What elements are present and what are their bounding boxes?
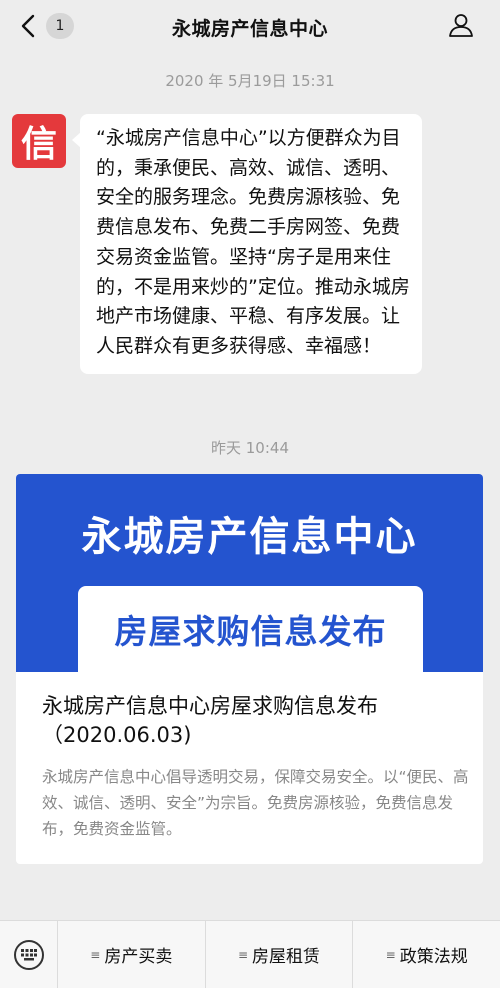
menu-lines-icon: ≡	[385, 947, 396, 962]
banner-subtitle: 房屋求购信息发布	[78, 586, 423, 672]
bottom-menu-bar: ≡ 房产买卖 ≡ 房屋租赁 ≡ 政策法规	[0, 920, 500, 988]
keyboard-icon	[13, 939, 44, 970]
message-bubble[interactable]: “永城房产信息中心”以方便群众为目的，秉承便民、高效、诚信、透明、安全的服务理念…	[72, 114, 422, 374]
official-account-avatar[interactable]: 信	[12, 114, 66, 168]
header-bar: 1 永城房产信息中心	[0, 0, 500, 52]
menu-item-label: 房屋租赁	[252, 947, 321, 967]
article-title: 永城房产信息中心房屋求购信息发布（2020.06.03)	[42, 694, 378, 747]
menu-lines-icon: ≡	[237, 947, 249, 962]
article-card[interactable]: 永城房产信息中心 房屋求购信息发布 永城房产信息中心房屋求购信息发布（2020.…	[16, 474, 483, 864]
keyboard-toggle-button[interactable]	[0, 920, 58, 988]
menu-item-label: 政策法规	[399, 947, 468, 967]
page-title: 永城房产信息中心	[171, 18, 328, 40]
menu-item-rental[interactable]: ≡ 房屋租赁	[206, 920, 354, 988]
message-text: “永城房产信息中心”以方便群众为目的，秉承便民、高效、诚信、透明、安全的服务理念…	[96, 127, 410, 357]
menu-item-property-sale[interactable]: ≡ 房产买卖	[58, 920, 206, 988]
banner-title: 永城房产信息中心	[81, 514, 418, 560]
menu-item-policy[interactable]: ≡ 政策法规	[353, 921, 500, 988]
profile-icon[interactable]	[448, 12, 474, 38]
menu-item-label: 房产买卖	[104, 947, 173, 967]
article-banner: 永城房产信息中心 房屋求购信息发布	[16, 474, 483, 672]
menu-lines-icon: ≡	[90, 947, 101, 962]
avatar-logo: 信	[20, 124, 57, 165]
chat-timestamp-2: 昨天 10:44	[211, 439, 289, 457]
article-description: 永城房产信息中心倡导透明交易，保障交易安全。以“便民、高效、诚信、透明、安全”为…	[42, 768, 469, 838]
chat-timestamp: 2020 年 5月19日 15:31	[165, 72, 335, 90]
